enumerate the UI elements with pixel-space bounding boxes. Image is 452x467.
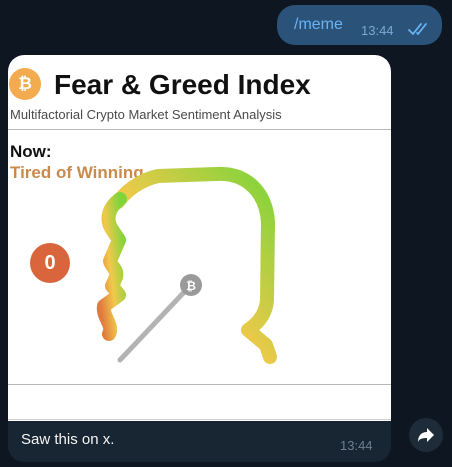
outgoing-message-bubble[interactable]: /meme 13:44	[277, 5, 442, 45]
gauge-needle	[117, 285, 191, 363]
meme-image[interactable]: ₿ Fear & Greed Index Multifactorial Cryp…	[8, 55, 391, 421]
divider	[8, 384, 391, 385]
face-profile	[96, 192, 127, 341]
score-value: 0	[44, 252, 56, 274]
incoming-message-bubble[interactable]: ₿ Fear & Greed Index Multifactorial Cryp…	[8, 55, 391, 462]
head-outline	[111, 166, 277, 364]
score-badge: 0	[30, 243, 70, 283]
needle-hub-glyph: ₿	[186, 279, 196, 293]
double-check-icon	[408, 23, 427, 35]
forward-arrow-icon	[418, 428, 434, 442]
outgoing-message-time: 13:44	[361, 23, 394, 38]
message-caption: Saw this on x.	[21, 431, 115, 448]
incoming-message-time: 13:44	[340, 438, 373, 453]
outgoing-message-text: /meme	[294, 16, 343, 33]
head-profile-gauge: ₿	[96, 166, 277, 364]
forward-button[interactable]	[409, 418, 443, 452]
divider	[8, 419, 391, 420]
